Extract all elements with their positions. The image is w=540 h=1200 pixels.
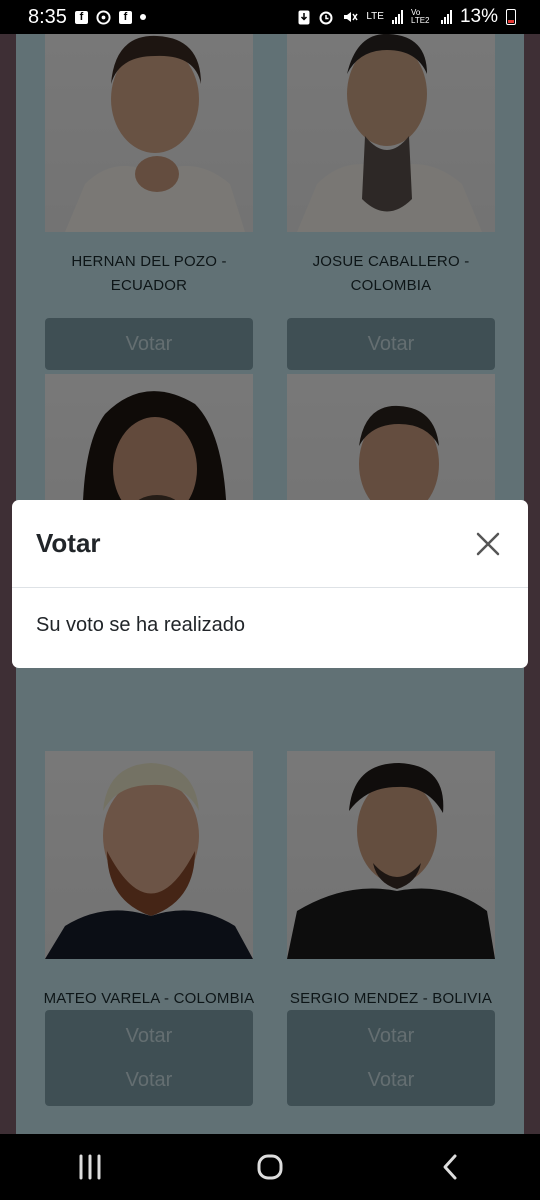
modal-message: Su voto se ha realizado <box>36 614 246 636</box>
lte-icon: LTE <box>366 11 384 22</box>
volte-icon: Vo LTE2 <box>410 8 430 25</box>
facebook-icon: f <box>118 10 132 24</box>
battery-icon <box>506 9 516 25</box>
signal2-icon <box>440 10 452 24</box>
back-icon[interactable] <box>420 1142 480 1192</box>
status-bar: 8:35 f f LTE Vo LTE2 13% <box>0 0 540 34</box>
mute-icon <box>342 9 358 25</box>
dot-icon <box>139 14 146 20</box>
clock: 8:35 <box>28 5 67 28</box>
recent-apps-icon[interactable] <box>60 1142 120 1192</box>
facebook-icon: f <box>74 10 88 24</box>
messenger-icon <box>96 9 111 25</box>
alarm-icon <box>318 9 334 25</box>
download-icon <box>298 10 310 25</box>
modal-header: Votar <box>12 500 528 588</box>
modal-title: Votar <box>36 528 101 558</box>
home-icon[interactable] <box>240 1142 300 1192</box>
android-nav-bar <box>0 1134 540 1200</box>
close-icon[interactable] <box>470 526 506 562</box>
battery-percent: 13% <box>459 6 498 27</box>
vote-modal: Votar Su voto se ha realizado <box>12 500 528 668</box>
signal-icon <box>391 10 403 24</box>
